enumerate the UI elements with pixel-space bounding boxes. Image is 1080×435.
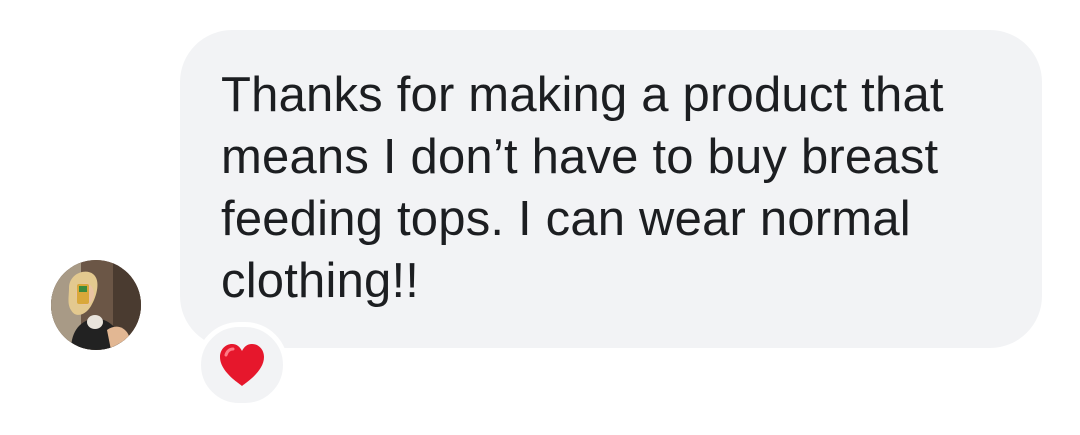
- sender-avatar[interactable]: [51, 260, 141, 350]
- profile-photo-icon: [51, 260, 141, 350]
- message-bubble[interactable]: Thanks for making a product that means I…: [180, 30, 1042, 348]
- chat-thread: Thanks for making a product that means I…: [0, 0, 1080, 435]
- red-heart-icon: [220, 344, 264, 386]
- message-text: Thanks for making a product that means I…: [221, 68, 944, 308]
- heart-reaction[interactable]: [196, 322, 288, 408]
